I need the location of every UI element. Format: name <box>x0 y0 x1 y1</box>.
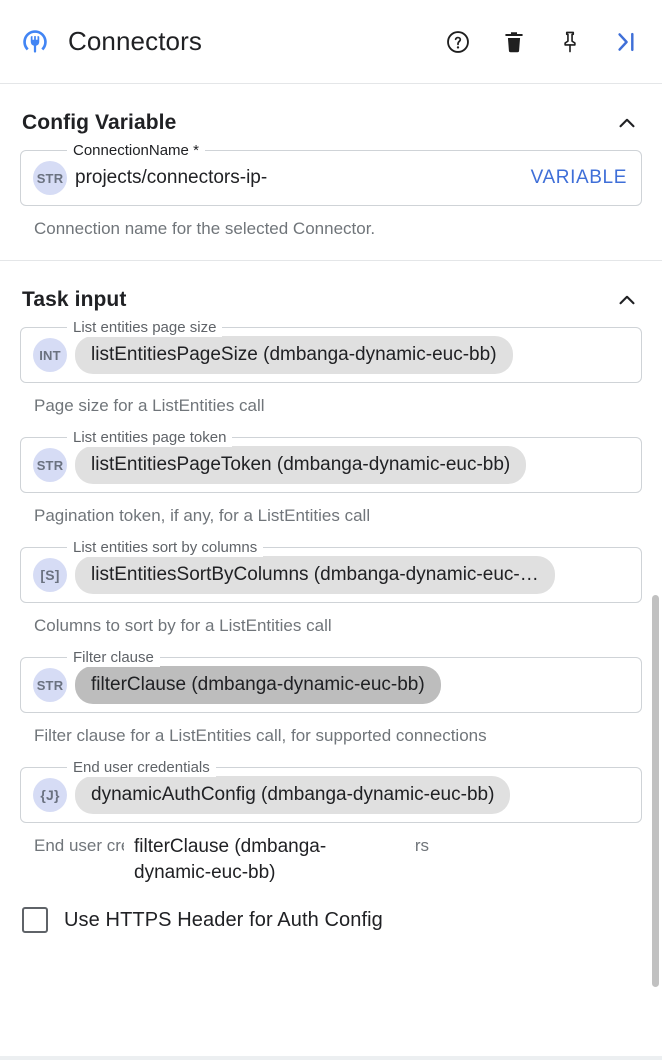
field-legend: End user credentials <box>67 759 216 777</box>
list-entities-page-size-field[interactable]: List entities page size INT listEntities… <box>20 327 642 383</box>
type-badge-str: STR <box>33 668 67 702</box>
type-badge-string-array: [S] <box>33 558 67 592</box>
section-config-variable: Config Variable ConnectionName * STR pro… <box>0 84 662 240</box>
field-helper-text: Filter clause for a ListEntities call, f… <box>20 713 642 747</box>
variable-chip[interactable]: listEntitiesPageSize (dmbanga-dynamic-eu… <box>75 336 513 374</box>
chevron-up-icon[interactable] <box>614 287 640 313</box>
field-helper-text: Pagination token, if any, for a ListEnti… <box>20 493 642 527</box>
scrollbar-thumb[interactable] <box>652 595 659 987</box>
connectors-task-panel: Connectors <box>0 0 662 1060</box>
section-header-task-input[interactable]: Task input <box>20 261 642 327</box>
collapse-panel-icon[interactable] <box>612 28 640 56</box>
field-legend: ConnectionName * <box>67 142 205 160</box>
connection-name-field[interactable]: ConnectionName * STR projects/connectors… <box>20 150 642 206</box>
type-badge-json: {J} <box>33 778 67 812</box>
panel-bottom-edge <box>0 1056 662 1060</box>
variable-button[interactable]: VARIABLE <box>519 167 627 189</box>
field-helper-text: Connection name for the selected Connect… <box>20 206 642 240</box>
field-helper-text: Columns to sort by for a ListEntities ca… <box>20 603 642 637</box>
end-user-credentials-field[interactable]: End user credentials {J} dynamicAuthConf… <box>20 767 642 823</box>
filter-clause-field[interactable]: Filter clause STR filterClause (dmbanga-… <box>20 657 642 713</box>
variable-chip[interactable]: dynamicAuthConfig (dmbanga-dynamic-euc-b… <box>75 776 510 814</box>
field-block-list-entities-page-size: List entities page size INT listEntities… <box>20 327 642 417</box>
field-block-list-entities-sort-by-columns: List entities sort by columns [S] listEn… <box>20 547 642 637</box>
field-legend: Filter clause <box>67 649 160 667</box>
type-badge-int: INT <box>33 338 67 372</box>
variable-chip[interactable]: listEntitiesPageToken (dmbanga-dynamic-e… <box>75 446 526 484</box>
panel-header: Connectors <box>0 0 662 84</box>
panel-scroll-body: Config Variable ConnectionName * STR pro… <box>0 84 662 1060</box>
field-legend: List entities sort by columns <box>67 539 263 557</box>
field-block-list-entities-page-token: List entities page token STR listEntitie… <box>20 437 642 527</box>
delete-icon[interactable] <box>500 28 528 56</box>
header-actions <box>444 28 644 56</box>
variable-chip[interactable]: listEntitiesSortByColumns (dmbanga-dynam… <box>75 556 555 594</box>
use-https-header-checkbox[interactable] <box>22 907 48 933</box>
list-entities-page-token-field[interactable]: List entities page token STR listEntitie… <box>20 437 642 493</box>
use-https-header-label: Use HTTPS Header for Auth Config <box>64 909 383 932</box>
variable-chip-tooltip: filterClause (dmbanga-dynamic-euc-bb) <box>124 826 414 896</box>
connector-plug-icon <box>20 27 50 57</box>
section-title: Config Variable <box>22 111 176 135</box>
field-block-filter-clause: Filter clause STR filterClause (dmbanga-… <box>20 657 642 747</box>
connection-name-value: projects/connectors-ip- <box>75 167 267 189</box>
type-badge-str: STR <box>33 448 67 482</box>
field-block-connection-name: ConnectionName * STR projects/connectors… <box>20 150 642 240</box>
variable-chip[interactable]: filterClause (dmbanga-dynamic-euc-bb) <box>75 666 441 704</box>
list-entities-sort-by-columns-field[interactable]: List entities sort by columns [S] listEn… <box>20 547 642 603</box>
section-title: Task input <box>22 288 126 312</box>
field-helper-text: Page size for a ListEntities call <box>20 383 642 417</box>
field-legend: List entities page size <box>67 319 222 337</box>
section-header-config-variable[interactable]: Config Variable <box>20 84 642 150</box>
page-title: Connectors <box>68 26 202 57</box>
type-badge-str: STR <box>33 161 67 195</box>
help-icon[interactable] <box>444 28 472 56</box>
chevron-up-icon[interactable] <box>614 110 640 136</box>
pin-icon[interactable] <box>556 28 584 56</box>
field-legend: List entities page token <box>67 429 232 447</box>
